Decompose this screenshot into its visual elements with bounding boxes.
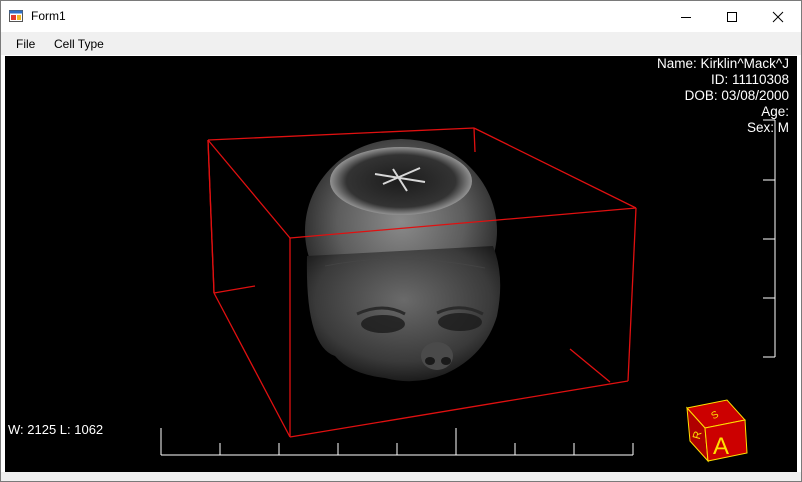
bottom-border: [1, 472, 801, 481]
patient-name: Name: Kirklin^Mack^J: [657, 56, 789, 71]
minimize-icon: [681, 16, 691, 18]
maximize-icon: [727, 11, 737, 22]
menu-cell-type[interactable]: Cell Type: [54, 37, 104, 51]
orientation-cube[interactable]: A R S: [686, 399, 748, 463]
head-volume-render: [305, 139, 501, 382]
patient-info: Name: Kirklin^Mack^J ID: 11110308 DOB: 0…: [657, 56, 789, 136]
patient-sex: Sex: M: [746, 120, 789, 135]
volume-render-viewport[interactable]: A R S Name: Kirklin^Mack^J ID: 11110308 …: [5, 56, 797, 472]
maximize-button[interactable]: [709, 1, 755, 32]
minimize-button[interactable]: [663, 1, 709, 32]
menu-file[interactable]: File: [16, 37, 35, 51]
window-title: Form1: [31, 9, 66, 23]
window-level-readout: W: 2125 L: 1062: [8, 422, 104, 437]
menu-bar: File Cell Type: [1, 32, 801, 55]
close-icon: [772, 11, 784, 22]
patient-id: ID: 11110308: [710, 72, 789, 87]
title-bar: Form1: [1, 1, 801, 32]
horizontal-ruler: [160, 428, 634, 456]
vertical-ruler: [763, 119, 776, 358]
cube-front-label: A: [713, 433, 729, 460]
patient-dob: DOB: 03/08/2000: [684, 88, 789, 103]
app-icon: [9, 10, 23, 22]
patient-age: Age:: [761, 104, 789, 119]
app-window: Form1 File Cell Type A R S Name: Kirklin…: [0, 0, 802, 482]
close-button[interactable]: [755, 1, 801, 32]
